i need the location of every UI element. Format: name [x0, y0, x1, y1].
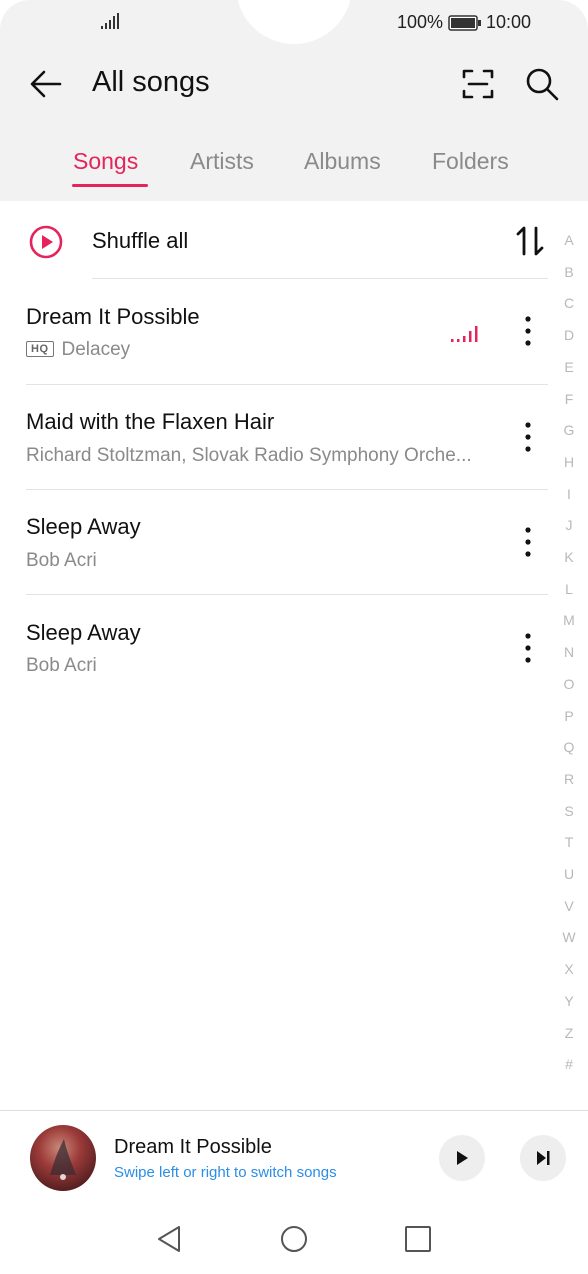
- index-letter[interactable]: K: [554, 549, 584, 565]
- next-track-button[interactable]: [520, 1135, 566, 1181]
- nav-recents-icon[interactable]: [401, 1222, 435, 1256]
- more-options-icon[interactable]: [516, 313, 540, 349]
- status-time: 10:00: [486, 12, 532, 32]
- song-title: Sleep Away: [26, 514, 141, 539]
- divider: [26, 594, 548, 595]
- nav-home-icon[interactable]: [277, 1222, 311, 1256]
- index-letter[interactable]: E: [554, 359, 584, 375]
- app-header: 100% 10:00 All songs Songs Artists Album…: [0, 0, 588, 201]
- index-letter[interactable]: Z: [554, 1025, 584, 1041]
- next-track-icon: [537, 1151, 550, 1165]
- camera-notch: [236, 0, 352, 44]
- more-options-icon[interactable]: [516, 524, 540, 560]
- song-artist: Richard Stoltzman, Slovak Radio Symphony…: [26, 445, 472, 466]
- scan-icon[interactable]: [458, 64, 498, 104]
- index-letter[interactable]: #: [554, 1056, 584, 1072]
- song-title: Sleep Away: [26, 620, 141, 645]
- now-playing-title: Dream It Possible: [114, 1136, 272, 1158]
- index-letter[interactable]: S: [554, 803, 584, 819]
- index-letter[interactable]: R: [554, 771, 584, 787]
- song-artist-name: Delacey: [61, 339, 131, 360]
- play-icon: [457, 1151, 468, 1165]
- page-title: All songs: [92, 66, 210, 98]
- index-letter[interactable]: L: [554, 581, 584, 597]
- divider: [26, 489, 548, 490]
- song-title: Maid with the Flaxen Hair: [26, 409, 275, 434]
- shuffle-all-button[interactable]: Shuffle all: [92, 228, 188, 254]
- divider: [26, 384, 548, 385]
- tab-songs[interactable]: Songs: [73, 148, 138, 175]
- divider: [0, 1110, 588, 1111]
- more-options-icon[interactable]: [516, 630, 540, 666]
- index-letter[interactable]: F: [554, 391, 584, 407]
- index-letter[interactable]: C: [554, 295, 584, 311]
- index-letter[interactable]: B: [554, 264, 584, 280]
- battery-percentage: 100%: [397, 12, 444, 32]
- hq-badge: HQ: [26, 341, 54, 357]
- index-letter[interactable]: D: [554, 327, 584, 343]
- song-artist: HQ Delacey: [26, 339, 130, 361]
- song-artist: Bob Acri: [26, 550, 97, 571]
- song-artist: Bob Acri: [26, 655, 97, 676]
- play-circle-icon[interactable]: [28, 224, 64, 260]
- index-letter[interactable]: O: [554, 676, 584, 692]
- album-art[interactable]: [30, 1125, 96, 1191]
- more-options-icon[interactable]: [516, 419, 540, 455]
- index-letter[interactable]: M: [554, 612, 584, 628]
- active-tab-indicator: [72, 184, 148, 187]
- now-playing-hint: Swipe left or right to switch songs: [114, 1164, 337, 1181]
- back-arrow-icon[interactable]: [26, 64, 66, 104]
- sort-icon[interactable]: [514, 224, 546, 258]
- index-letter[interactable]: U: [554, 866, 584, 882]
- index-letter[interactable]: X: [554, 961, 584, 977]
- signal-icon: [101, 13, 119, 29]
- index-letter[interactable]: G: [554, 422, 584, 438]
- play-button[interactable]: [439, 1135, 485, 1181]
- index-letter[interactable]: A: [554, 232, 584, 248]
- index-letter[interactable]: V: [554, 898, 584, 914]
- divider: [92, 278, 548, 279]
- battery-icon: [448, 15, 481, 31]
- index-letter[interactable]: H: [554, 454, 584, 470]
- index-letter[interactable]: W: [554, 929, 584, 945]
- nav-back-icon[interactable]: [152, 1222, 186, 1256]
- index-letter[interactable]: N: [554, 644, 584, 660]
- index-letter[interactable]: J: [554, 517, 584, 533]
- index-letter[interactable]: Y: [554, 993, 584, 1009]
- index-letter[interactable]: I: [554, 486, 584, 502]
- tab-folders[interactable]: Folders: [432, 148, 509, 175]
- index-letter[interactable]: P: [554, 708, 584, 724]
- search-icon[interactable]: [522, 64, 562, 104]
- now-playing-equalizer-icon: [451, 326, 478, 342]
- index-letter[interactable]: T: [554, 834, 584, 850]
- tab-artists[interactable]: Artists: [190, 148, 254, 175]
- song-title: Dream It Possible: [26, 304, 200, 329]
- index-letter[interactable]: Q: [554, 739, 584, 755]
- tab-albums[interactable]: Albums: [304, 148, 381, 175]
